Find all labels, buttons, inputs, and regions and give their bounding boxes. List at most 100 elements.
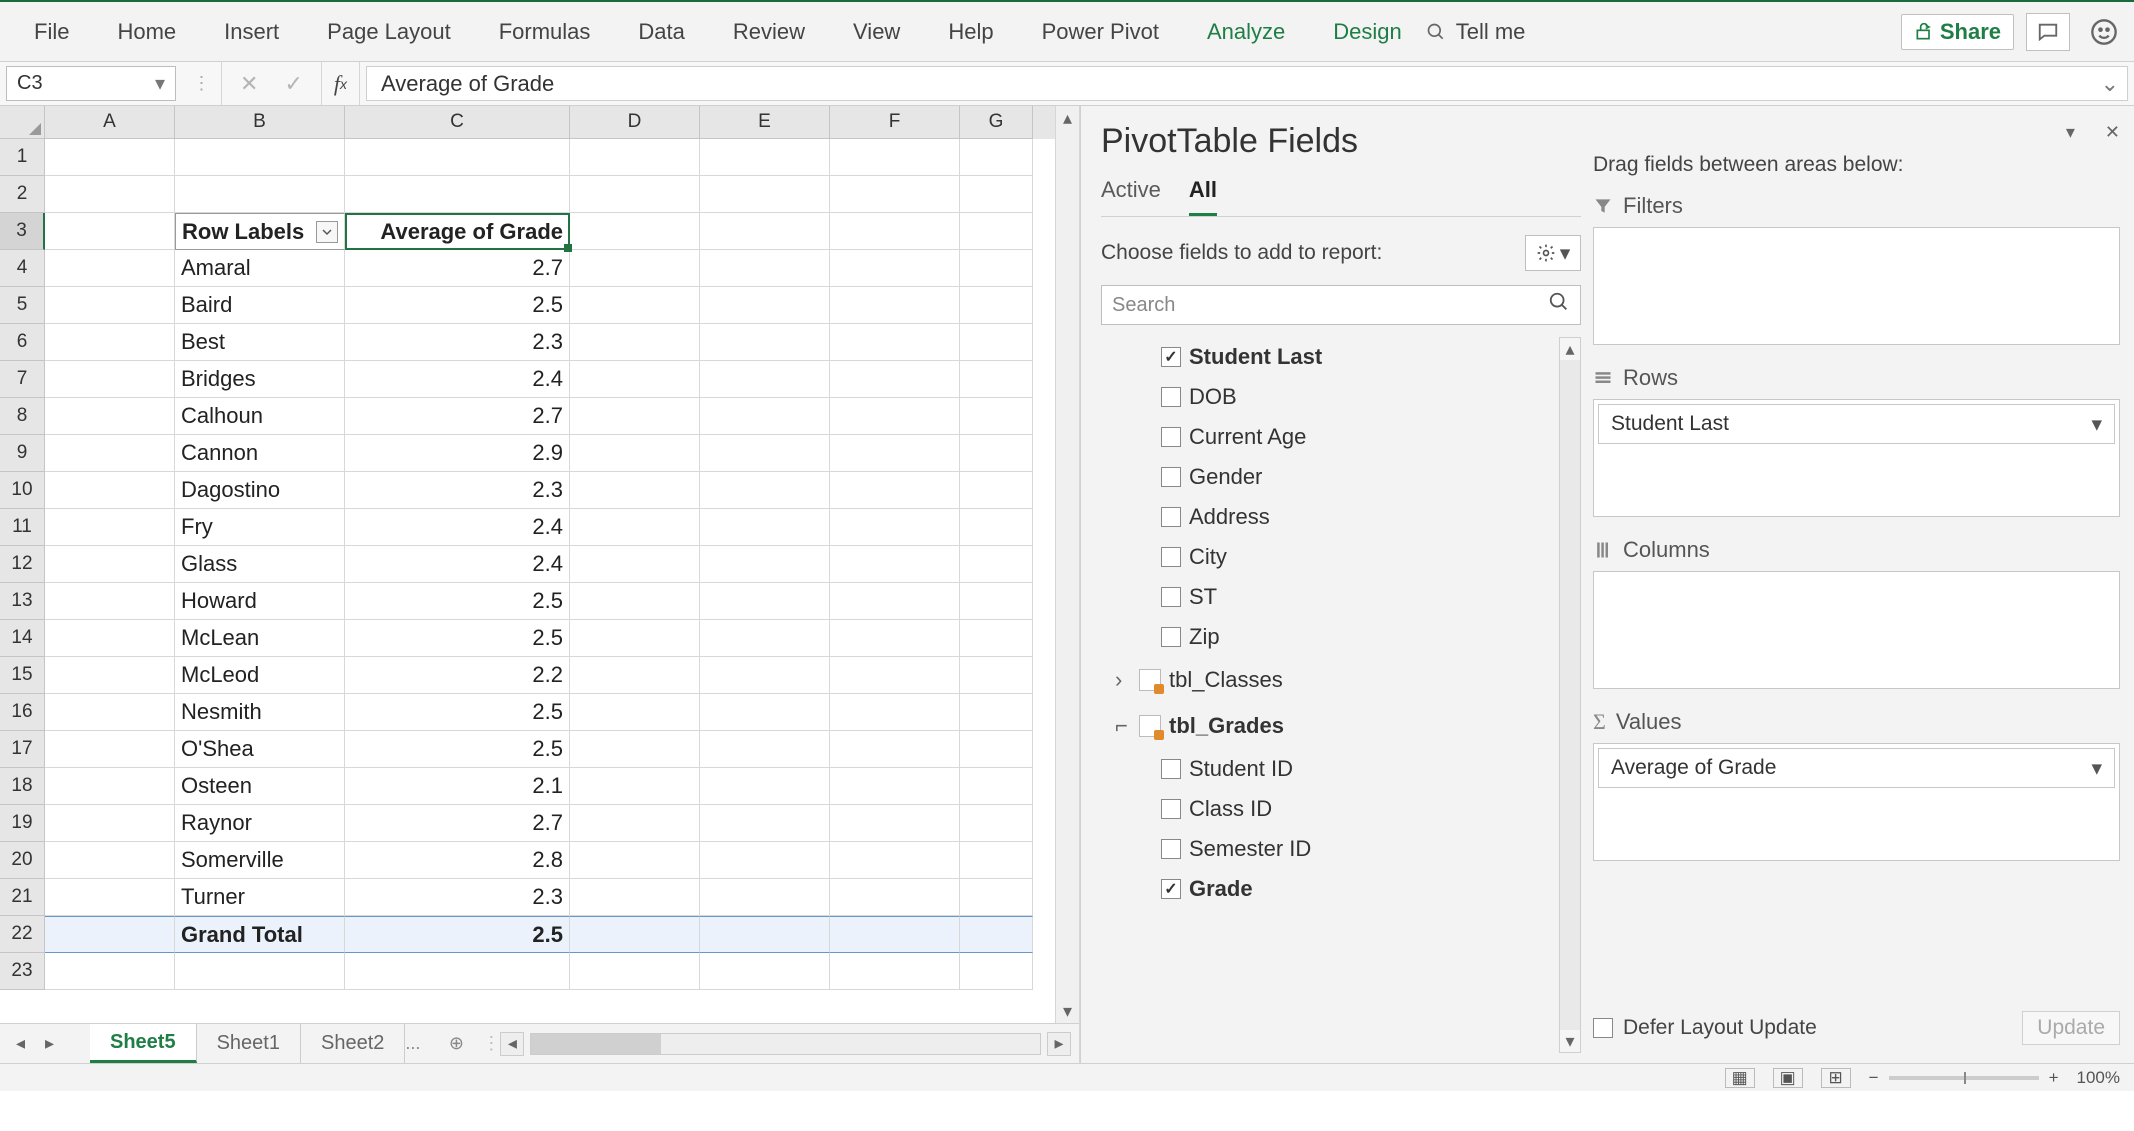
row-header-2[interactable]: 2 [0, 176, 45, 213]
row-header-15[interactable]: 15 [0, 657, 45, 694]
cell[interactable] [830, 213, 960, 250]
sheet-tab-sheet2[interactable]: Sheet2 [301, 1024, 405, 1063]
cell[interactable]: Nesmith [175, 694, 345, 731]
cell[interactable] [960, 398, 1033, 435]
row-header-11[interactable]: 11 [0, 509, 45, 546]
field-city[interactable]: City [1101, 537, 1581, 577]
cell[interactable] [700, 250, 830, 287]
tab-view[interactable]: View [829, 2, 924, 61]
cell[interactable] [570, 546, 700, 583]
cancel-formula-button[interactable]: ✕ [240, 71, 258, 97]
field-dob[interactable]: DOB [1101, 377, 1581, 417]
tab-file[interactable]: File [10, 2, 93, 61]
cell[interactable]: 2.9 [345, 435, 570, 472]
cell[interactable] [570, 805, 700, 842]
column-header-d[interactable]: D [570, 106, 700, 139]
row-header-7[interactable]: 7 [0, 361, 45, 398]
cell[interactable] [45, 842, 175, 879]
cell[interactable] [960, 176, 1033, 213]
cell[interactable]: Best [175, 324, 345, 361]
cell[interactable] [830, 842, 960, 879]
rows-drop-area[interactable]: Student Last ▾ [1593, 399, 2120, 517]
tell-me-search[interactable]: Tell me [1426, 19, 1526, 45]
cell[interactable] [45, 213, 175, 250]
cell[interactable]: 2.8 [345, 842, 570, 879]
column-header-f[interactable]: F [830, 106, 960, 139]
values-drop-area[interactable]: Average of Grade ▾ [1593, 743, 2120, 861]
cell[interactable] [45, 768, 175, 805]
insert-function-button[interactable]: fx [322, 62, 360, 105]
cell[interactable] [570, 953, 700, 990]
cell[interactable] [700, 916, 830, 953]
cell[interactable] [830, 694, 960, 731]
cell[interactable]: 2.4 [345, 509, 570, 546]
cell[interactable] [700, 546, 830, 583]
cell[interactable] [830, 250, 960, 287]
zoom-slider[interactable]: − + [1869, 1068, 2059, 1088]
cell[interactable] [960, 583, 1033, 620]
tab-power-pivot[interactable]: Power Pivot [1018, 2, 1183, 61]
cell[interactable] [570, 842, 700, 879]
row-header-12[interactable]: 12 [0, 546, 45, 583]
cell[interactable]: 2.3 [345, 472, 570, 509]
tab-page-layout[interactable]: Page Layout [303, 2, 475, 61]
cell[interactable]: Grand Total [175, 916, 345, 953]
cell[interactable] [830, 879, 960, 916]
cell[interactable] [960, 472, 1033, 509]
cell[interactable] [960, 694, 1033, 731]
cell[interactable]: Turner [175, 879, 345, 916]
cell[interactable] [960, 546, 1033, 583]
cell[interactable] [45, 953, 175, 990]
cell[interactable] [45, 361, 175, 398]
sheet-tab-sheet1[interactable]: Sheet1 [197, 1024, 301, 1063]
cell[interactable] [570, 657, 700, 694]
select-all-cells[interactable] [0, 106, 45, 139]
row-header-21[interactable]: 21 [0, 879, 45, 916]
cell[interactable] [45, 805, 175, 842]
cell[interactable] [175, 953, 345, 990]
row-header-13[interactable]: 13 [0, 583, 45, 620]
cell[interactable] [570, 435, 700, 472]
field-gender[interactable]: Gender [1101, 457, 1581, 497]
name-box[interactable]: C3 ▾ [6, 66, 176, 101]
cell[interactable] [700, 472, 830, 509]
cell[interactable] [960, 805, 1033, 842]
cell[interactable]: Average of Grade [345, 213, 570, 250]
cell[interactable] [700, 139, 830, 176]
cell[interactable] [960, 250, 1033, 287]
cell[interactable] [830, 398, 960, 435]
cell[interactable]: McLean [175, 620, 345, 657]
cell[interactable] [830, 657, 960, 694]
cell[interactable] [45, 139, 175, 176]
defer-checkbox[interactable] [1593, 1018, 1613, 1038]
cell[interactable]: Dagostino [175, 472, 345, 509]
cell[interactable] [570, 213, 700, 250]
checkbox[interactable] [1161, 347, 1181, 367]
tab-data[interactable]: Data [614, 2, 708, 61]
cell[interactable] [830, 287, 960, 324]
cell[interactable] [570, 398, 700, 435]
hscroll-right[interactable]: ▸ [1047, 1032, 1071, 1056]
cell[interactable] [45, 324, 175, 361]
checkbox[interactable] [1161, 627, 1181, 647]
cell[interactable] [570, 731, 700, 768]
cell[interactable] [570, 176, 700, 213]
cell[interactable] [175, 176, 345, 213]
field-student-id[interactable]: Student ID [1101, 749, 1581, 789]
cell[interactable] [830, 324, 960, 361]
cell[interactable]: 2.5 [345, 694, 570, 731]
cell[interactable] [175, 139, 345, 176]
cell[interactable] [570, 509, 700, 546]
cell[interactable] [700, 731, 830, 768]
cell[interactable] [960, 916, 1033, 953]
cell[interactable] [830, 546, 960, 583]
cell[interactable]: Baird [175, 287, 345, 324]
cell[interactable] [830, 361, 960, 398]
cell[interactable]: McLeod [175, 657, 345, 694]
cell[interactable] [570, 694, 700, 731]
cell[interactable] [570, 287, 700, 324]
cell[interactable]: O'Shea [175, 731, 345, 768]
cell[interactable] [960, 953, 1033, 990]
cell[interactable] [830, 583, 960, 620]
cell[interactable] [830, 953, 960, 990]
